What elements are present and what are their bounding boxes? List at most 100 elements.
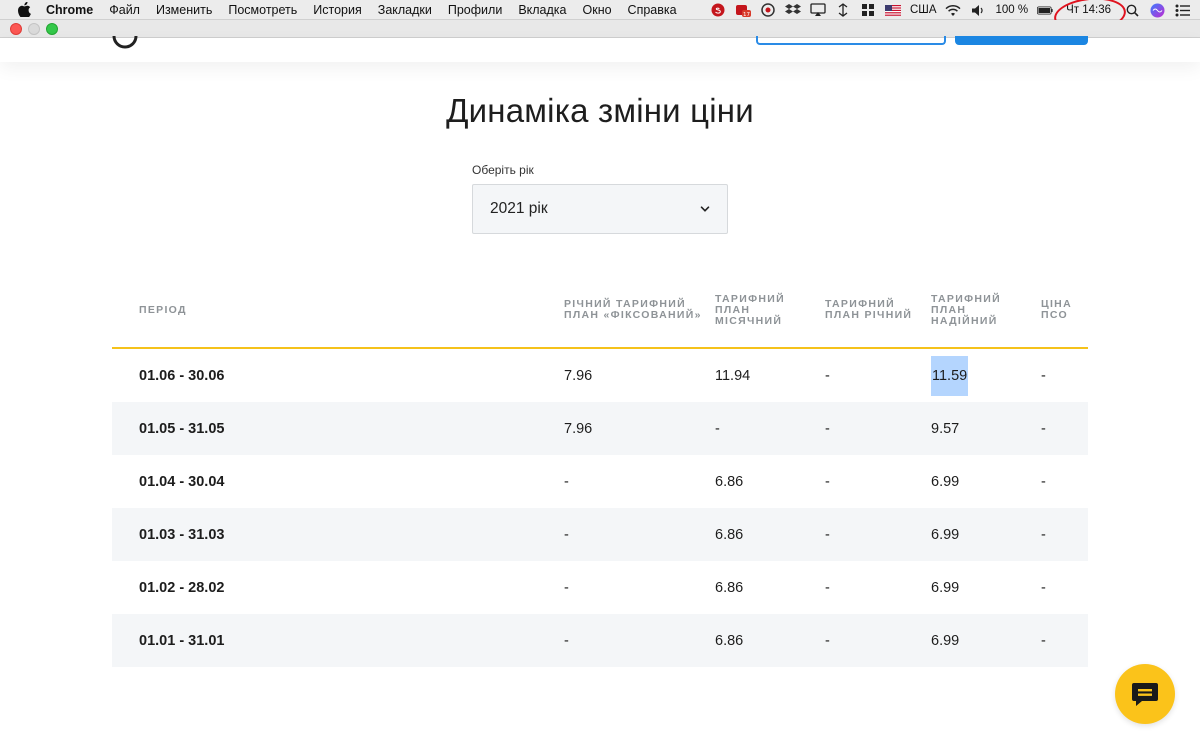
badge-count: 17	[743, 12, 750, 17]
cell-annual: -	[825, 632, 830, 649]
battery-icon[interactable]	[1037, 3, 1053, 17]
chat-button[interactable]	[1115, 664, 1175, 724]
price-table: ПЕРІОД РІЧНИЙ ТАРИФНИЙ ПЛАН «ФІКСОВАНИЙ»…	[112, 282, 1088, 667]
cell-annual: -	[825, 473, 830, 490]
menu-edit[interactable]: Изменить	[156, 3, 212, 17]
macos-menu-bar: Chrome Файл Изменить Посмотреть История …	[0, 0, 1200, 36]
menu-history[interactable]: История	[313, 3, 361, 17]
cell-period: 01.06 - 30.06	[139, 367, 225, 384]
close-window-button[interactable]	[10, 23, 22, 35]
skype-icon[interactable]	[710, 3, 726, 17]
menu-bookmarks[interactable]: Закладки	[378, 3, 432, 17]
cell-reliable: 6.99	[931, 579, 960, 596]
grid-app-icon[interactable]	[860, 3, 876, 17]
year-select-value: 2021 рік	[490, 200, 548, 217]
cloud-sync-icon[interactable]	[760, 3, 776, 17]
minimize-window-button[interactable]	[28, 23, 40, 35]
cell-monthly: 6.86	[715, 473, 744, 490]
header-pso: ЦІНА ПСО	[1041, 299, 1072, 321]
menu-file[interactable]: Файл	[109, 3, 140, 17]
cell-pso: -	[1041, 420, 1046, 437]
volume-icon[interactable]	[970, 3, 986, 17]
menu-bar-status-area: 17 США 100 % Чт 14:36	[710, 0, 1190, 36]
menu-tab[interactable]: Вкладка	[518, 3, 566, 17]
menu-window[interactable]: Окно	[583, 3, 612, 17]
menu-profiles[interactable]: Профили	[448, 3, 502, 17]
cell-period: 01.04 - 30.04	[139, 473, 225, 490]
table-row: 01.03 - 31.03 - 6.86 - 6.99 -	[112, 508, 1088, 561]
keyboard-layout-label[interactable]: США	[910, 4, 937, 16]
chat-icon	[1132, 683, 1158, 706]
cell-pso: -	[1041, 579, 1046, 596]
site-header	[0, 36, 1200, 62]
chevron-down-icon	[700, 206, 710, 212]
cell-monthly: -	[715, 420, 720, 437]
airplay-icon[interactable]	[810, 3, 826, 17]
wifi-icon[interactable]	[945, 3, 962, 17]
battery-percent[interactable]: 100 %	[995, 4, 1028, 16]
cell-annual-fixed: -	[564, 526, 569, 543]
header-monthly: ТАРИФНИЙ ПЛАН МІСЯЧНИЙ	[715, 294, 785, 327]
us-flag-icon[interactable]	[884, 3, 901, 17]
cell-monthly: 6.86	[715, 579, 744, 596]
fullscreen-window-button[interactable]	[46, 23, 58, 35]
cell-annual-fixed: 7.96	[564, 420, 593, 437]
table-row: 01.05 - 31.05 7.96 - - 9.57 -	[112, 402, 1088, 455]
header-annual: ТАРИФНИЙ ПЛАН РІЧНИЙ	[825, 299, 912, 321]
year-select[interactable]: 2021 рік	[472, 184, 728, 234]
header-outline-button[interactable]	[756, 36, 946, 45]
header-primary-button[interactable]	[955, 36, 1088, 45]
transfer-arrows-icon[interactable]	[835, 3, 851, 17]
cell-reliable: 11.59	[931, 349, 969, 402]
notification-app-icon[interactable]: 17	[735, 3, 751, 17]
cell-pso: -	[1041, 526, 1046, 543]
cell-period: 01.02 - 28.02	[139, 579, 225, 596]
table-row: 01.06 - 30.06 7.96 11.94 - 11.59 -	[112, 349, 1088, 402]
cell-annual: -	[825, 420, 830, 437]
header-pso-line2: ПСО	[1041, 309, 1068, 321]
header-period-text: ПЕРІОД	[139, 304, 187, 316]
menu-help[interactable]: Справка	[628, 3, 677, 17]
cell-monthly: 11.94	[715, 367, 751, 384]
header-period: ПЕРІОД	[139, 305, 187, 316]
cell-pso: -	[1041, 473, 1046, 490]
cell-annual-fixed: -	[564, 473, 569, 490]
menu-app-name[interactable]: Chrome	[46, 3, 93, 17]
siri-icon[interactable]	[1149, 3, 1165, 17]
apple-icon[interactable]	[16, 2, 32, 18]
cell-period: 01.05 - 31.05	[139, 420, 225, 437]
cell-period: 01.01 - 31.01	[139, 632, 225, 649]
cell-annual-fixed: 7.96	[564, 367, 593, 384]
header-annual-fixed-line2: ПЛАН «ФІКСОВАНИЙ»	[564, 309, 702, 321]
cell-reliable: 6.99	[931, 526, 960, 543]
cell-annual-fixed: -	[564, 579, 569, 596]
cell-annual: -	[825, 526, 830, 543]
cell-annual: -	[825, 367, 830, 384]
spotlight-search-icon[interactable]	[1124, 3, 1140, 17]
header-annual-line2: ПЛАН РІЧНИЙ	[825, 309, 913, 321]
header-reliable: ТАРИФНИЙ ПЛАН НАДІЙНИЙ	[931, 294, 1001, 327]
year-select-label: Оберіть рік	[472, 163, 534, 177]
menu-view[interactable]: Посмотреть	[228, 3, 297, 17]
table-row: 01.02 - 28.02 - 6.86 - 6.99 -	[112, 561, 1088, 614]
cell-pso: -	[1041, 632, 1046, 649]
cell-period: 01.03 - 31.03	[139, 526, 225, 543]
selected-text-highlight: 11.59	[931, 355, 969, 396]
cell-reliable: 6.99	[931, 632, 960, 649]
clock-text: Чт 14:36	[1066, 4, 1111, 16]
site-logo[interactable]	[112, 36, 138, 50]
cell-pso: -	[1041, 367, 1046, 384]
table-header: ПЕРІОД РІЧНИЙ ТАРИФНИЙ ПЛАН «ФІКСОВАНИЙ»…	[112, 282, 1088, 349]
cell-reliable: 6.99	[931, 473, 960, 490]
cell-annual: -	[825, 579, 830, 596]
cell-monthly: 6.86	[715, 632, 744, 649]
table-row: 01.01 - 31.01 - 6.86 - 6.99 -	[112, 614, 1088, 667]
page-title: Динаміка зміни ціни	[446, 92, 754, 129]
menu-bar-clock[interactable]: Чт 14:36	[1052, 0, 1128, 36]
header-monthly-line3: МІСЯЧНИЙ	[715, 315, 783, 327]
header-annual-fixed: РІЧНИЙ ТАРИФНИЙ ПЛАН «ФІКСОВАНИЙ»	[564, 299, 702, 321]
cell-monthly: 6.86	[715, 526, 744, 543]
control-center-icon[interactable]	[1174, 3, 1190, 17]
cell-annual-fixed: -	[564, 632, 569, 649]
dropbox-icon[interactable]	[784, 3, 801, 17]
